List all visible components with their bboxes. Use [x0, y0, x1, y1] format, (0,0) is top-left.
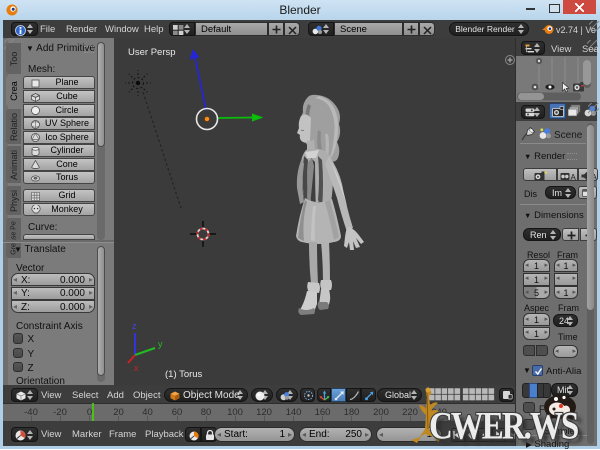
svg-text:A: A — [571, 173, 577, 181]
svg-text:(1) Torus: (1) Torus — [165, 369, 203, 380]
svg-text:y: y — [158, 339, 163, 349]
svg-text:User Persp: User Persp — [128, 47, 176, 58]
svg-text:z: z — [132, 321, 137, 331]
svg-text:CWER.WS: CWER.WS — [429, 404, 578, 447]
svg-text:x: x — [134, 363, 139, 373]
